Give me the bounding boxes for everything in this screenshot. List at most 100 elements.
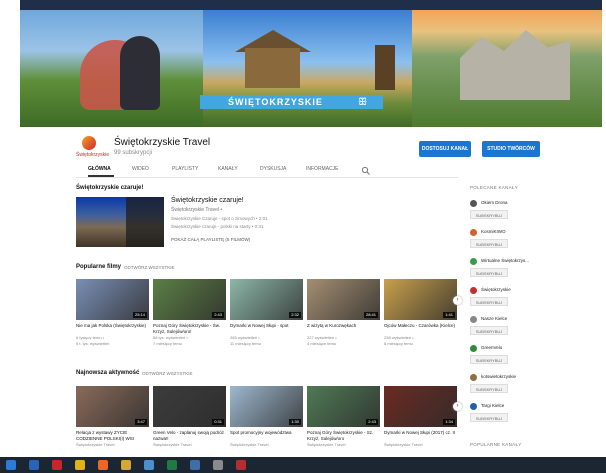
recommended-channel-name[interactable]: KosmiKIWO [481,229,506,234]
video-thumbnail[interactable]: 1:34 [384,386,457,427]
excel-icon[interactable] [167,460,177,470]
video-meta: 227 wyświetleń • [307,335,337,340]
recommended-channel[interactable]: Nasze Kielce SUBSKRYBUJ [470,314,550,340]
video-card[interactable]: 2:43 Poznaj Góry Świętokrzyskie - Sz. Krz… [307,386,380,466]
video-title[interactable]: Spot promocyjny województwa [230,430,303,436]
recommended-channel[interactable]: Targi Kielce SUBSKRYBUJ [470,401,550,427]
recommended-channel-name[interactable]: GreenVelo [481,345,502,350]
recommended-channel-name[interactable]: Wirtualne Świętokrzys... [481,258,529,263]
video-title[interactable]: Relacja z wystawy ZYCIE CODZIENNE POLSKI… [76,430,149,441]
channel-avatar-icon[interactable] [470,229,477,236]
customize-channel-button[interactable]: DOSTOSUJ KANAŁ [419,141,471,157]
subscribe-button[interactable]: SUBSKRYBUJ [470,413,508,422]
video-title[interactable]: Poznaj Góry Świętokrzyskie - Św. Krzyż, … [153,323,226,334]
video-card[interactable]: 25:14 Nie ma jak Polska (Świętokrzyskie) 6… [76,279,149,359]
channel-avatar-icon[interactable] [470,403,477,410]
recommended-channel[interactable]: KosmiKIWO SUBSKRYBUJ [470,227,550,253]
tab-channels[interactable]: KANAŁY [218,166,238,172]
chrome-icon[interactable] [75,460,85,470]
video-title[interactable]: Dymarki w Nowej Słupi - spot [230,323,303,329]
video-title[interactable]: Nie ma jak Polska (Świętokrzyskie) [76,323,149,329]
outlook-icon[interactable] [29,460,39,470]
tab-home[interactable]: GŁÓWNA [88,166,111,172]
mail-icon[interactable] [190,460,200,470]
video-thumbnail[interactable]: 1:30 [230,386,303,427]
video-title[interactable]: Ojców Małeczu - Czarówka (Kielce) [384,323,457,329]
video-title[interactable]: Poznaj Góry Świętokrzyskie - Sz. Krzyż, … [307,430,380,441]
video-card[interactable]: 2:43 Poznaj Góry Świętokrzyskie - Św. Krz… [153,279,226,359]
featured-line-2[interactable]: Świętokrzyskie czaruje - polski na start… [171,224,263,229]
featured-title[interactable]: Świętokrzyskie czaruje! [171,197,244,204]
sidebar-heading: POLECANE KANAŁY [470,185,519,190]
start-icon[interactable] [6,460,16,470]
explorer-icon[interactable] [121,460,131,470]
video-card[interactable]: 2:32 Dymarki w Nowej Słupi - spot 265 wyśw… [230,279,303,359]
creator-studio-button[interactable]: STUDIO TWÓRCÓW [482,141,540,157]
featured-channel[interactable]: Świętokrzyskie Travel • [171,207,222,213]
channel-avatar[interactable]: Świętokrzyskie [76,136,109,162]
subscribe-button[interactable]: SUBSKRYBUJ [470,268,508,277]
video-thumbnail[interactable]: 3:47 [76,386,149,427]
popular-next-arrow-icon[interactable]: › [453,296,462,305]
subscribe-button[interactable]: SUBSKRYBUJ [470,384,508,393]
banner-ribbon-mark: ꕥ [358,97,368,108]
recommended-channel[interactable]: GreenVelo SUBSKRYBUJ [470,343,550,369]
latest-play-all[interactable]: ODTWÓRZ WSZYSTKIE [142,371,193,376]
video-thumbnail[interactable]: 28:41 [307,279,380,320]
featured-playlist-thumbnail[interactable] [76,197,164,247]
popular-play-all[interactable]: ODTWÓRZ WSZYSTKIE [124,265,175,270]
video-thumbnail[interactable]: 25:14 [76,279,149,320]
video-title[interactable]: Dymarki w Nowej Słupi (2017) cz. II [384,430,457,436]
video-thumbnail[interactable]: 0:31 [153,386,226,427]
tab-discussion[interactable]: DYSKUSJA [260,166,286,172]
featured-line-1[interactable]: Świętokrzyskie Czaruje - spot o zimowych… [171,216,268,221]
channel-avatar-icon[interactable] [470,200,477,207]
channel-avatar-icon[interactable] [470,316,477,323]
recommended-channel[interactable]: Okiem Drona SUBSKRYBUJ [470,198,550,224]
video-card[interactable]: 0:31 Green Velo - zaplanuj swoją podróż n… [153,386,226,466]
tab-playlists[interactable]: PLAYLISTY [172,166,198,172]
video-meta: Świętokrzyskie Travel [307,442,346,447]
video-thumbnail[interactable]: 1:41 [384,279,457,320]
video-duration: 2:32 [289,312,301,318]
video-duration: 2:43 [212,312,224,318]
tab-videos[interactable]: WIDEO [132,166,149,172]
pdf-icon[interactable] [236,460,246,470]
subscribe-button[interactable]: SUBSKRYBUJ [470,210,508,219]
video-thumbnail[interactable]: 2:43 [307,386,380,427]
video-thumbnail[interactable]: 2:43 [153,279,226,320]
video-title[interactable]: Green Velo - zaplanuj swoją podróż nazwa… [153,430,226,441]
video-card[interactable]: 1:34 Dymarki w Nowej Słupi (2017) cz. II Ś… [384,386,457,466]
recommended-channel[interactable]: Wirtualne Świętokrzys... SUBSKRYBUJ [470,256,550,282]
video-meta: 5 t. tys. wyświetleń [76,341,110,346]
recommended-channel-name[interactable]: Nasze Kielce [481,316,507,321]
video-thumbnail[interactable]: 2:32 [230,279,303,320]
recommended-channel-name[interactable]: kotswietokrzyskie [481,374,516,379]
recommended-channel-name[interactable]: Świętokrzyskie [481,287,511,292]
subscribe-button[interactable]: SUBSKRYBUJ [470,297,508,306]
channel-avatar-icon[interactable] [470,345,477,352]
video-card[interactable]: 3:47 Relacja z wystawy ZYCIE CODZIENNE PO… [76,386,149,466]
firefox-icon[interactable] [98,460,108,470]
subscribe-button[interactable]: SUBSKRYBUJ [470,239,508,248]
recommended-channel[interactable]: Świętokrzyskie SUBSKRYBUJ [470,285,550,311]
media-icon[interactable] [213,460,223,470]
video-card[interactable]: 1:41 Ojców Małeczu - Czarówka (Kielce) 238… [384,279,457,359]
video-card[interactable]: 1:30 Spot promocyjny województwa Świętokrz… [230,386,303,466]
channel-avatar-icon[interactable] [470,258,477,265]
recommended-channel[interactable]: kotswietokrzyskie SUBSKRYBUJ [470,372,550,398]
acrobat-icon[interactable] [52,460,62,470]
latest-next-arrow-icon[interactable]: › [453,402,462,411]
subscribe-button[interactable]: SUBSKRYBUJ [470,355,508,364]
channel-avatar-icon[interactable] [470,287,477,294]
recommended-channel-name[interactable]: Okiem Drona [481,200,508,205]
recommended-channel-name[interactable]: Targi Kielce [481,403,504,408]
video-card[interactable]: 28:41 Z wizytą w Kurozwękach 227 wyświetle… [307,279,380,359]
tab-about[interactable]: INFORMACJE [306,166,339,172]
view-full-playlist-link[interactable]: POKAŻ CAŁĄ PLAYLISTĘ (5 FILMÓW) [171,237,250,242]
channel-avatar-icon[interactable] [470,374,477,381]
search-icon[interactable] [361,163,371,175]
video-title[interactable]: Z wizytą w Kurozwękach [307,323,380,329]
subscribe-button[interactable]: SUBSKRYBUJ [470,326,508,335]
paint-icon[interactable] [144,460,154,470]
